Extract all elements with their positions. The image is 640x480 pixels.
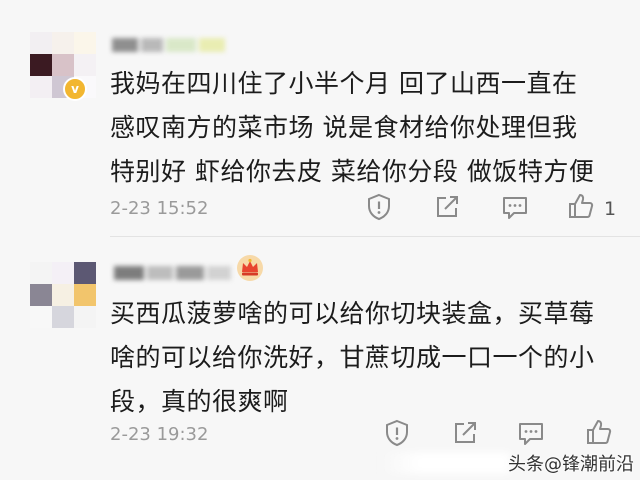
avatar-pixel (30, 32, 52, 54)
comment-icon[interactable] (500, 192, 530, 222)
comment-item: 买西瓜菠萝啥的可以给你切块装盒，买草莓 啥的可以给你洗好，甘蔗切成一口一个的小 … (0, 236, 640, 480)
share-icon[interactable] (432, 192, 462, 222)
report-shield-icon[interactable] (364, 192, 394, 222)
name-blur-segment (207, 265, 231, 280)
thumbs-up-icon[interactable] (566, 191, 596, 221)
watermark-smear (380, 452, 510, 474)
watermark: 头条@锋潮前沿 (380, 448, 638, 478)
comment-text-line: 段，真的很爽啊 (110, 387, 289, 416)
name-blur-segment (141, 37, 163, 52)
avatar-pixel (74, 306, 96, 328)
name-blur-segment (176, 265, 204, 280)
like-count: 1 (604, 198, 617, 220)
avatar-pixel (74, 284, 96, 306)
comment-time: 2-23 19:32 (110, 424, 209, 445)
avatar-pixel (74, 32, 96, 54)
avatar-pixel (30, 284, 52, 306)
avatar-pixel (52, 306, 74, 328)
comment-text-line: 啥的可以给你洗好，甘蔗切成一口一个的小 (110, 343, 595, 372)
report-shield-icon[interactable] (382, 418, 412, 448)
comment-feed: v 我妈在四川住了小半个月 回了山西一直在 感叹南方的菜市场 说是食材给你处理但… (0, 0, 640, 480)
avatar-pixel (74, 54, 96, 76)
name-blur-segment (112, 37, 138, 52)
avatar-pixel (74, 262, 96, 284)
watermark-text: 头条@锋潮前沿 (508, 454, 634, 475)
name-blur-segment (199, 37, 225, 52)
name-blur-segment (147, 265, 173, 280)
comment-text-line: 买西瓜菠萝啥的可以给你切块装盒，买草莓 (110, 299, 595, 328)
user-name-redacted[interactable] (114, 262, 234, 280)
name-blur-segment (166, 37, 196, 52)
user-name-redacted[interactable] (112, 34, 228, 52)
thumbs-up-icon[interactable] (584, 417, 614, 447)
avatar[interactable] (30, 262, 96, 328)
avatar-pixel (52, 262, 74, 284)
comment-text: 我妈在四川住了小半个月 回了山西一直在 感叹南方的菜市场 说是食材给你处理但我 … (110, 62, 630, 194)
comment-text-line: 感叹南方的菜市场 说是食材给你处理但我 (110, 113, 578, 142)
comment-text: 买西瓜菠萝啥的可以给你切块装盒，买草莓 啥的可以给你洗好，甘蔗切成一口一个的小 … (110, 292, 630, 424)
avatar-pixel (30, 306, 52, 328)
avatar-pixel (30, 262, 52, 284)
avatar-pixel (52, 284, 74, 306)
comment-time: 2-23 15:52 (110, 198, 209, 219)
avatar-pixel (52, 32, 74, 54)
avatar-pixel (30, 76, 52, 98)
comment-text-line: 特别好 虾给你去皮 菜给你分段 做饭特方便 (110, 157, 595, 186)
name-blur-segment (114, 265, 144, 280)
comment-text-line: 我妈在四川住了小半个月 回了山西一直在 (110, 69, 578, 98)
avatar-pixel (30, 54, 52, 76)
avatar-pixel (52, 54, 74, 76)
verified-badge: v (63, 77, 87, 101)
share-icon[interactable] (450, 418, 480, 448)
crown-icon (236, 254, 264, 282)
comment-item: v 我妈在四川住了小半个月 回了山西一直在 感叹南方的菜市场 说是食材给你处理但… (0, 0, 640, 236)
comment-icon[interactable] (516, 418, 546, 448)
